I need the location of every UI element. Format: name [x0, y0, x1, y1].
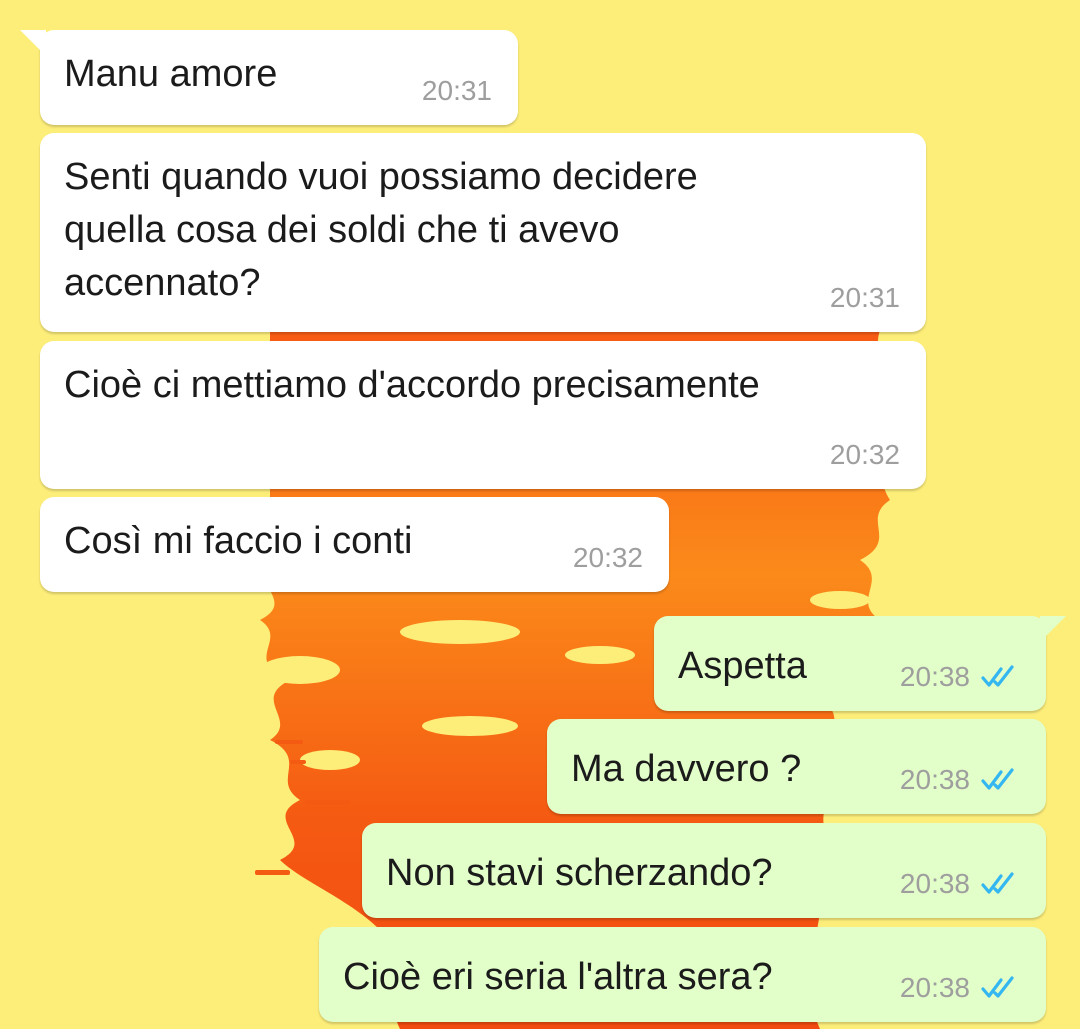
bubble-tail-icon — [20, 30, 46, 56]
outgoing-message[interactable]: Non stavi scherzando? 20:38 — [362, 823, 1046, 918]
message-time: 20:31 — [421, 75, 492, 106]
message-text: Manu amore — [64, 53, 278, 95]
outgoing-message[interactable]: Ma davvero ? 20:38 — [547, 719, 1046, 814]
incoming-message[interactable]: Manu amore 20:31 — [20, 30, 518, 125]
double-check-icon — [981, 665, 1014, 687]
outgoing-message[interactable]: Aspetta 20:38 — [654, 616, 1066, 711]
message-time: 20:32 — [572, 542, 643, 573]
incoming-message[interactable]: Senti quando vuoi possiamo decidere quel… — [40, 133, 926, 332]
message-text: Cioè ci mettiamo d'accordo precisamente — [64, 364, 760, 406]
message-time: 20:32 — [829, 439, 900, 470]
double-check-icon — [981, 768, 1014, 790]
incoming-message[interactable]: Cioè ci mettiamo d'accordo precisamente … — [40, 341, 926, 489]
message-time: 20:38 — [899, 661, 970, 692]
message-time: 20:38 — [899, 868, 970, 899]
message-time: 20:31 — [829, 282, 900, 313]
message-time: 20:38 — [899, 764, 970, 795]
message-text: Non stavi scherzando? — [386, 852, 773, 894]
message-text: Aspetta — [678, 645, 807, 687]
message-text: Così mi faccio i conti — [64, 520, 413, 562]
bubble-tail-icon — [1040, 616, 1066, 642]
message-text: Ma davvero ? — [571, 748, 802, 790]
message-text: Cioè eri seria l'altra sera? — [343, 956, 773, 998]
message-time: 20:38 — [899, 972, 970, 1003]
double-check-icon — [981, 872, 1014, 894]
message-text: Senti quando vuoi possiamo decidere quel… — [64, 156, 698, 304]
incoming-message[interactable]: Così mi faccio i conti 20:32 — [40, 497, 669, 592]
outgoing-message[interactable]: Cioè eri seria l'altra sera? 20:38 — [319, 927, 1046, 1022]
double-check-icon — [981, 976, 1014, 998]
